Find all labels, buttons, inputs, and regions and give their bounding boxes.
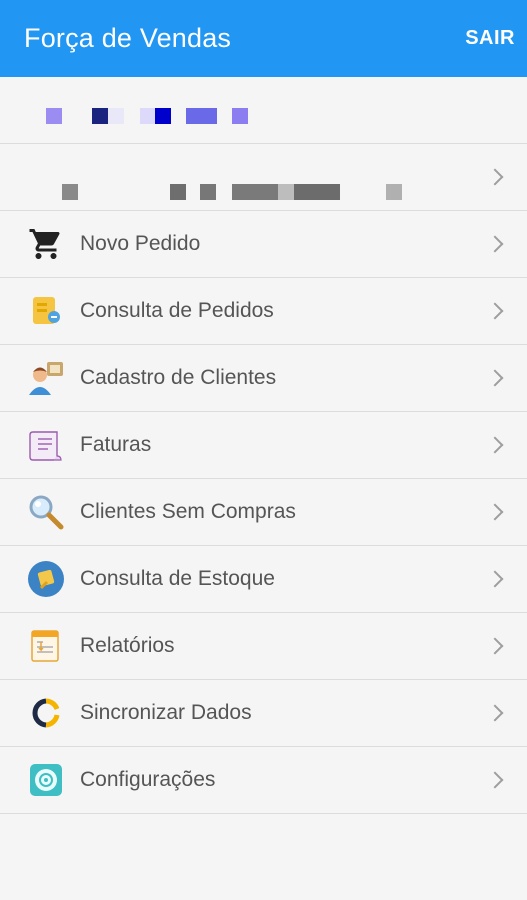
store-selector-redacted[interactable] [0,144,527,211]
cart-icon [26,224,66,264]
chevron-right-icon [486,235,504,253]
menu-item-label: Novo Pedido [80,232,201,255]
chevron-right-icon [486,704,504,722]
menu-item-cadastro-clientes[interactable]: Cadastro de Clientes [0,345,527,412]
user-info-redacted [0,77,527,144]
menu-item-label: Relatórios [80,634,175,657]
menu-item-label: Consulta de Pedidos [80,299,274,322]
stock-icon [26,559,66,599]
client-register-icon [26,358,66,398]
chevron-right-icon [486,369,504,387]
chevron-right-icon [486,436,504,454]
chevron-right-icon [486,168,504,186]
orders-folder-icon [26,291,66,331]
chevron-right-icon [486,570,504,588]
menu-item-relatorios[interactable]: Relatórios [0,613,527,680]
menu-item-sincronizar-dados[interactable]: Sincronizar Dados [0,680,527,747]
menu-item-label: Clientes Sem Compras [80,500,296,523]
menu-item-label: Cadastro de Clientes [80,366,277,389]
menu-item-consulta-estoque[interactable]: Consulta de Estoque [0,546,527,613]
menu-item-label: Sincronizar Dados [80,701,252,724]
main-menu: Novo Pedido Consulta de Pedidos Cadastro… [0,211,527,814]
menu-item-label: Faturas [80,433,152,456]
sync-icon [26,693,66,733]
chevron-right-icon [486,771,504,789]
report-icon [26,626,66,666]
invoice-scroll-icon [26,425,66,465]
menu-item-label: Configurações [80,768,216,791]
menu-item-consulta-pedidos[interactable]: Consulta de Pedidos [0,278,527,345]
settings-icon [26,760,66,800]
menu-item-configuracoes[interactable]: Configurações [0,747,527,814]
chevron-right-icon [486,302,504,320]
app-title: Força de Vendas [24,23,232,53]
menu-item-novo-pedido[interactable]: Novo Pedido [0,211,527,278]
menu-item-faturas[interactable]: Faturas [0,412,527,479]
logout-button[interactable]: SAIR [465,27,515,50]
magnifier-icon [26,492,66,532]
app-bar: Força de Vendas SAIR [0,0,527,77]
menu-item-clientes-sem-compras[interactable]: Clientes Sem Compras [0,479,527,546]
chevron-right-icon [486,637,504,655]
menu-item-label: Consulta de Estoque [80,567,275,590]
chevron-right-icon [486,503,504,521]
